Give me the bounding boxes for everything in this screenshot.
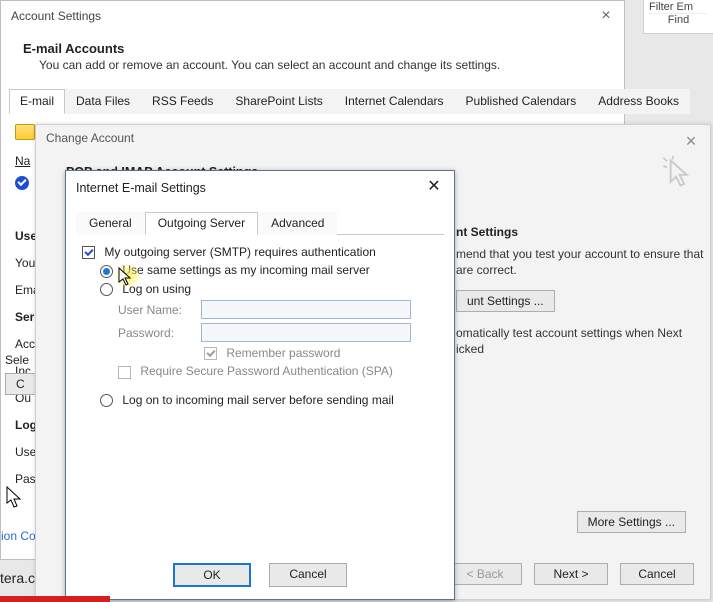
ribbon-fragment: Filter Em Find <box>643 0 713 34</box>
test-settings-panel: nt Settings mend that you test your acco… <box>456 225 706 369</box>
user-name-input <box>201 300 411 319</box>
cancel-button[interactable]: Cancel <box>620 563 694 585</box>
password-input <box>201 323 411 342</box>
tab-email[interactable]: E-mail <box>9 89 65 114</box>
change-folder-button[interactable]: C <box>5 373 36 395</box>
ok-button[interactable]: OK <box>173 563 251 587</box>
tab-internet-calendars[interactable]: Internet Calendars <box>334 89 455 114</box>
auto-test-label: omatically test account settings when Ne… <box>456 326 706 357</box>
tera-fragment: tera.c <box>0 570 35 586</box>
log-on-using-radio[interactable] <box>100 283 113 296</box>
spa-label: Require Secure Password Authentication (… <box>140 364 393 378</box>
envelope-icon <box>15 124 35 140</box>
tab-outgoing-server[interactable]: Outgoing Server <box>145 212 258 235</box>
password-label: Password: <box>118 326 198 340</box>
mouse-cursor-icon <box>118 267 134 287</box>
logon-before-send-label: Log on to incoming mail server before se… <box>122 393 393 407</box>
internet-email-settings-dialog: Internet E-mail Settings ✕ General Outgo… <box>65 170 455 600</box>
email-accounts-heading: E-mail Accounts <box>23 41 602 56</box>
tab-general[interactable]: General <box>76 212 145 235</box>
remember-password-checkbox <box>204 347 217 360</box>
ies-tabstrip: General Outgoing Server Advanced <box>76 211 444 235</box>
tab-rss-feeds[interactable]: RSS Feeds <box>141 89 224 114</box>
tab-published-calendars[interactable]: Published Calendars <box>455 89 588 114</box>
change-account-title: Change Account <box>36 125 710 151</box>
back-button: < Back <box>448 563 522 585</box>
account-settings-header: E-mail Accounts You can add or remove an… <box>1 37 624 88</box>
filter-email-label[interactable]: Filter Em <box>649 1 708 14</box>
tab-advanced[interactable]: Advanced <box>258 212 337 235</box>
mouse-cursor-icon <box>6 486 24 510</box>
window-title: Account Settings <box>11 9 101 23</box>
use-same-settings-label: Use same settings as my incoming mail se… <box>122 263 369 277</box>
progress-bar-fragment <box>0 596 110 602</box>
close-icon[interactable]: × <box>596 7 616 27</box>
tab-data-files[interactable]: Data Files <box>65 89 141 114</box>
next-button[interactable]: Next > <box>534 563 608 585</box>
test-settings-line1: mend that you test your account to ensur… <box>456 247 706 278</box>
wizard-cursor-icon <box>658 155 694 191</box>
account-tabstrip: E-mail Data Files RSS Feeds SharePoint L… <box>9 88 616 114</box>
default-account-check-icon <box>15 176 29 190</box>
find-group-label: Find <box>649 14 708 26</box>
location-link[interactable]: ion Co <box>1 529 36 543</box>
close-icon[interactable]: ✕ <box>424 178 444 198</box>
ies-title-text: Internet E-mail Settings <box>76 181 206 195</box>
selected-label: Sele <box>5 353 36 367</box>
test-settings-heading: nt Settings <box>456 225 706 239</box>
email-accounts-desc: You can add or remove an account. You ca… <box>39 58 602 72</box>
requires-auth-checkbox[interactable] <box>82 246 95 259</box>
more-settings-button[interactable]: More Settings ... <box>577 511 686 533</box>
use-same-settings-radio[interactable] <box>100 265 113 278</box>
user-name-label: User Name: <box>118 303 198 317</box>
test-account-settings-button[interactable]: unt Settings ... <box>456 290 555 312</box>
spa-checkbox <box>118 366 131 379</box>
close-icon[interactable]: × <box>680 131 702 153</box>
logon-before-send-radio[interactable] <box>100 394 113 407</box>
tab-sharepoint-lists[interactable]: SharePoint Lists <box>224 89 333 114</box>
tab-address-books[interactable]: Address Books <box>587 89 690 114</box>
remember-password-label: Remember password <box>226 346 340 360</box>
cancel-button[interactable]: Cancel <box>269 563 347 587</box>
requires-auth-label: My outgoing server (SMTP) requires authe… <box>104 245 375 259</box>
